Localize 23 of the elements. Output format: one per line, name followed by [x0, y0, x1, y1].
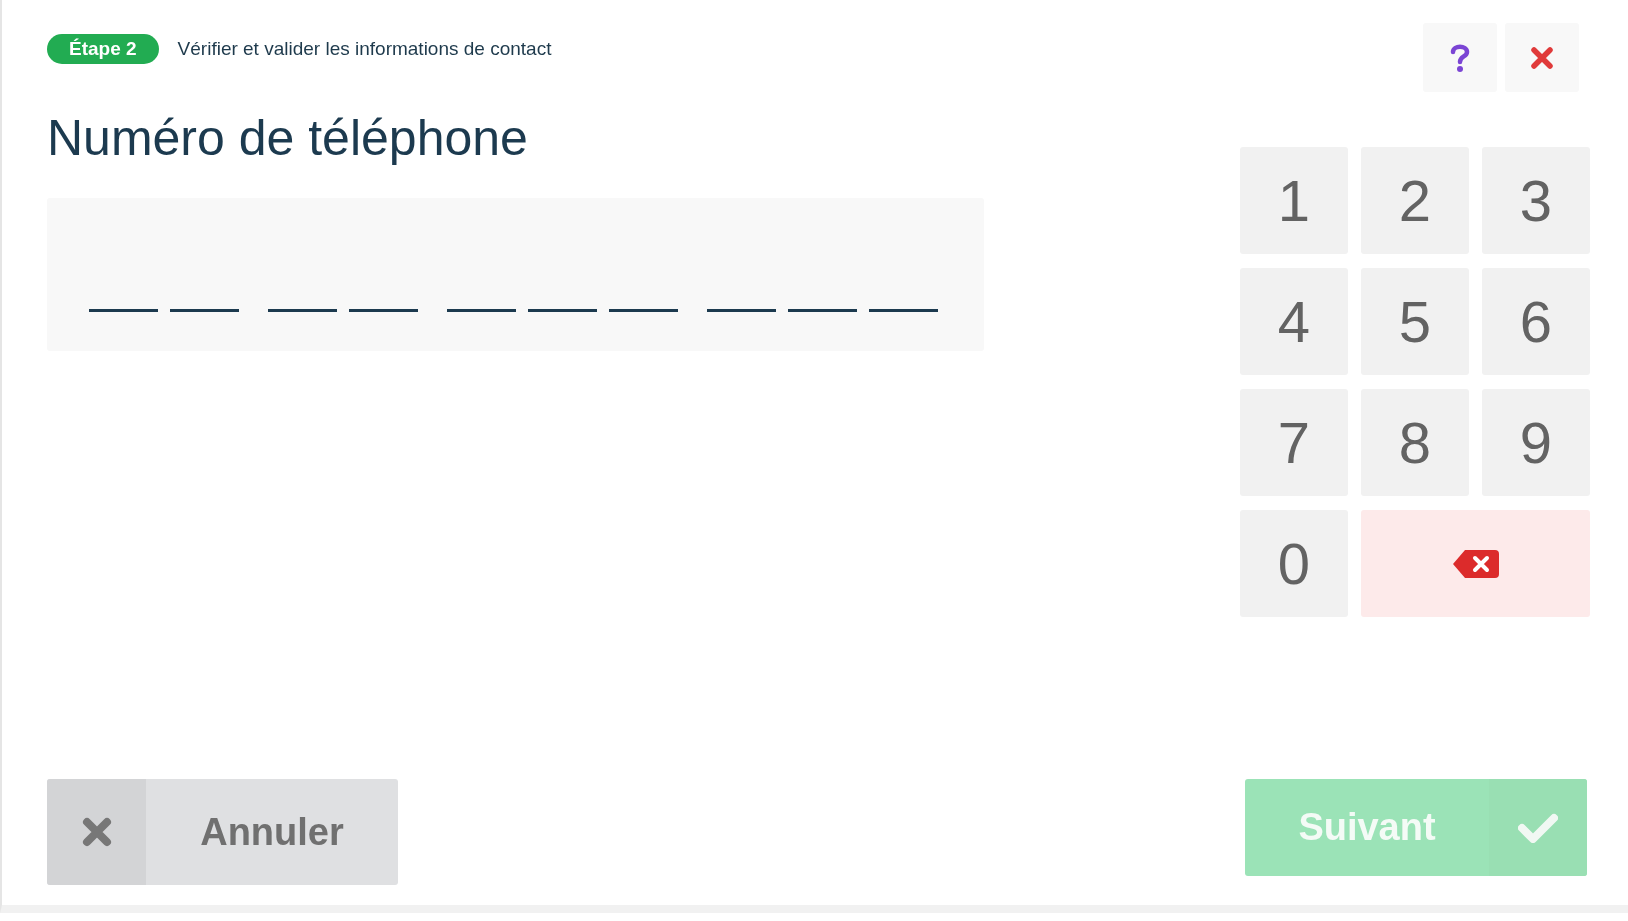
- page-title: Numéro de téléphone: [47, 109, 528, 168]
- help-button[interactable]: [1423, 23, 1497, 92]
- digit-key[interactable]: 1: [1240, 147, 1348, 254]
- digit-key[interactable]: 8: [1361, 389, 1469, 496]
- digit-key[interactable]: 3: [1482, 147, 1590, 254]
- backspace-icon: [1452, 549, 1499, 578]
- digit-key[interactable]: 5: [1361, 268, 1469, 375]
- phone-input-field[interactable]: [47, 198, 984, 351]
- checkmark-icon: [1518, 812, 1558, 843]
- close-icon: [1531, 46, 1553, 69]
- digit-key[interactable]: 0: [1240, 510, 1348, 617]
- backspace-key[interactable]: [1361, 510, 1590, 617]
- digit-key[interactable]: 6: [1482, 268, 1590, 375]
- question-mark-icon: [1450, 43, 1470, 72]
- close-icon: [81, 817, 112, 847]
- digit-key[interactable]: 7: [1240, 389, 1348, 496]
- digit-key[interactable]: 2: [1361, 147, 1469, 254]
- cancel-button[interactable]: Annuler: [47, 779, 398, 885]
- step-description: Vérifier et valider les informations de contact: [177, 36, 552, 61]
- step-badge: Étape 2: [47, 34, 159, 64]
- close-button[interactable]: [1505, 23, 1579, 92]
- digit-key[interactable]: 9: [1482, 389, 1590, 496]
- digit-key[interactable]: 4: [1240, 268, 1348, 375]
